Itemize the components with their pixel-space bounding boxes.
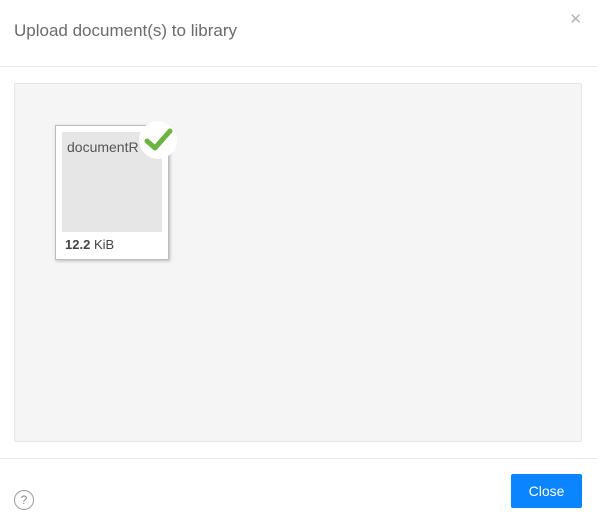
checkmark-icon [139, 121, 177, 159]
file-card[interactable]: documentR 12.2 KiB [55, 121, 177, 260]
dialog-header: Upload document(s) to library ✕ [0, 0, 597, 67]
help-icon[interactable]: ? [14, 490, 34, 510]
dialog-title: Upload document(s) to library [14, 21, 237, 40]
upload-dropzone[interactable]: documentR 12.2 KiB [14, 83, 582, 442]
file-size-value: 12.2 [65, 237, 91, 252]
file-size: 12.2 KiB [65, 237, 114, 252]
close-button[interactable]: Close [511, 474, 582, 508]
file-size-unit: KiB [93, 237, 115, 252]
close-icon[interactable]: ✕ [569, 12, 582, 27]
dialog-footer: ? Close [0, 458, 597, 524]
file-name: documentR [67, 139, 139, 155]
